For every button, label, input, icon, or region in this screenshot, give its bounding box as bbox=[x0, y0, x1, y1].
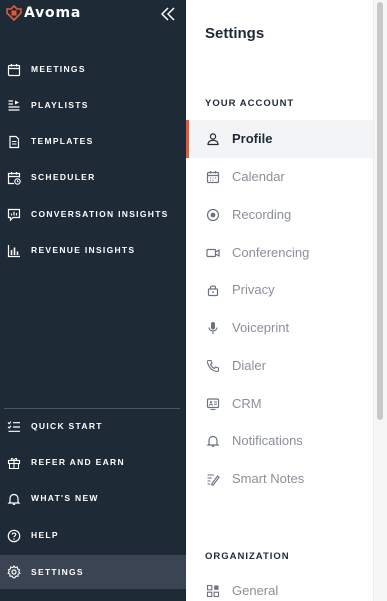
settings-item-dialer[interactable]: Dialer bbox=[186, 347, 373, 385]
sidebar-item-label: REVENUE INSIGHTS bbox=[31, 245, 136, 255]
video-icon bbox=[206, 248, 220, 258]
bar-chart-icon bbox=[7, 245, 20, 258]
bell-icon bbox=[206, 435, 220, 447]
settings-item-label: Conferencing bbox=[232, 245, 310, 260]
microphone-icon bbox=[208, 322, 218, 334]
settings-item-label: Smart Notes bbox=[232, 471, 305, 486]
sidebar-item-quick-start[interactable]: QUICK START bbox=[0, 412, 186, 442]
settings-item-profile[interactable]: Profile bbox=[186, 120, 373, 158]
section-label-your-account: YOUR ACCOUNT bbox=[205, 98, 295, 109]
sidebar-item-refer-and-earn[interactable]: REFER AND EARN bbox=[0, 448, 186, 478]
user-icon bbox=[207, 133, 219, 146]
sidebar-divider bbox=[4, 408, 180, 409]
settings-item-label: Voiceprint bbox=[232, 320, 290, 335]
sidebar-item-whats-new[interactable]: WHAT'S NEW bbox=[0, 484, 186, 514]
bell-icon bbox=[7, 493, 21, 505]
settings-item-label: Privacy bbox=[232, 282, 275, 297]
checklist-icon bbox=[7, 421, 20, 432]
gear-icon bbox=[7, 565, 21, 579]
settings-item-crm[interactable]: CRM bbox=[186, 385, 373, 423]
sidebar-item-meetings[interactable]: MEETINGS bbox=[0, 55, 186, 85]
sidebar-item-label: HELP bbox=[31, 530, 59, 540]
settings-item-label: CRM bbox=[232, 396, 262, 411]
sidebar-item-label: TEMPLATES bbox=[31, 136, 94, 146]
calendar-clock-icon bbox=[7, 172, 21, 185]
sidebar-item-revenue-insights[interactable]: REVENUE INSIGHTS bbox=[0, 236, 186, 266]
sidebar-item-label: WHAT'S NEW bbox=[31, 493, 99, 503]
sidebar-item-label: SCHEDULER bbox=[31, 172, 96, 182]
settings-panel: Settings YOUR ACCOUNT Profile Calendar R… bbox=[186, 0, 373, 601]
settings-item-label: Dialer bbox=[232, 358, 266, 373]
settings-item-voiceprint[interactable]: Voiceprint bbox=[186, 309, 373, 347]
notes-icon bbox=[207, 474, 220, 486]
calendar-icon bbox=[7, 64, 21, 77]
sidebar-item-conversation-insights[interactable]: CONVERSATION INSIGHTS bbox=[0, 200, 186, 230]
sidebar-item-help[interactable]: HELP bbox=[0, 521, 186, 551]
settings-item-privacy[interactable]: Privacy bbox=[186, 271, 373, 309]
calendar-icon bbox=[206, 171, 220, 184]
section-label-organization: ORGANIZATION bbox=[205, 551, 290, 562]
sidebar-item-templates[interactable]: TEMPLATES bbox=[0, 127, 186, 157]
sidebar: Avoma MEETINGS PLAYLISTS TEMPLATES SCHED… bbox=[0, 0, 186, 601]
scrollbar[interactable] bbox=[373, 0, 387, 601]
avoma-logo-icon bbox=[6, 5, 22, 21]
settings-item-label: Calendar bbox=[232, 169, 285, 184]
sidebar-item-label: SETTINGS bbox=[31, 567, 84, 577]
settings-item-notifications[interactable]: Notifications bbox=[186, 422, 373, 460]
sidebar-item-playlists[interactable]: PLAYLISTS bbox=[0, 91, 186, 121]
crm-icon bbox=[206, 398, 220, 410]
sidebar-item-label: MEETINGS bbox=[31, 64, 86, 74]
playlist-icon bbox=[8, 100, 20, 111]
record-icon bbox=[206, 208, 220, 222]
chat-insights-icon bbox=[7, 208, 21, 222]
settings-item-label: Notifications bbox=[232, 433, 303, 448]
lock-icon bbox=[207, 285, 219, 297]
page-title: Settings bbox=[205, 25, 265, 42]
scrollbar-thumb[interactable] bbox=[377, 2, 383, 420]
sidebar-item-label: QUICK START bbox=[31, 421, 103, 431]
settings-item-recording[interactable]: Recording bbox=[186, 196, 373, 234]
settings-item-general[interactable]: General bbox=[186, 572, 373, 601]
sidebar-item-label: CONVERSATION INSIGHTS bbox=[31, 209, 169, 219]
sidebar-item-settings[interactable]: SETTINGS bbox=[0, 555, 186, 589]
grid-icon bbox=[206, 584, 220, 598]
settings-item-smart-notes[interactable]: Smart Notes bbox=[186, 460, 373, 498]
sidebar-item-label: PLAYLISTS bbox=[31, 100, 89, 110]
sidebar-item-scheduler[interactable]: SCHEDULER bbox=[0, 163, 186, 193]
settings-item-label: General bbox=[232, 583, 279, 598]
settings-item-conferencing[interactable]: Conferencing bbox=[186, 234, 373, 272]
help-circle-icon bbox=[7, 529, 21, 543]
brand[interactable]: Avoma bbox=[0, 0, 186, 28]
gift-icon bbox=[7, 457, 21, 470]
settings-item-label: Recording bbox=[232, 207, 292, 222]
brand-name: Avoma bbox=[24, 5, 82, 21]
sidebar-item-label: REFER AND EARN bbox=[31, 457, 125, 467]
double-chevron-left-icon[interactable] bbox=[160, 7, 176, 21]
document-icon bbox=[9, 135, 20, 149]
settings-item-label: Profile bbox=[232, 131, 273, 146]
settings-item-calendar[interactable]: Calendar bbox=[186, 158, 373, 196]
phone-icon bbox=[206, 359, 220, 373]
